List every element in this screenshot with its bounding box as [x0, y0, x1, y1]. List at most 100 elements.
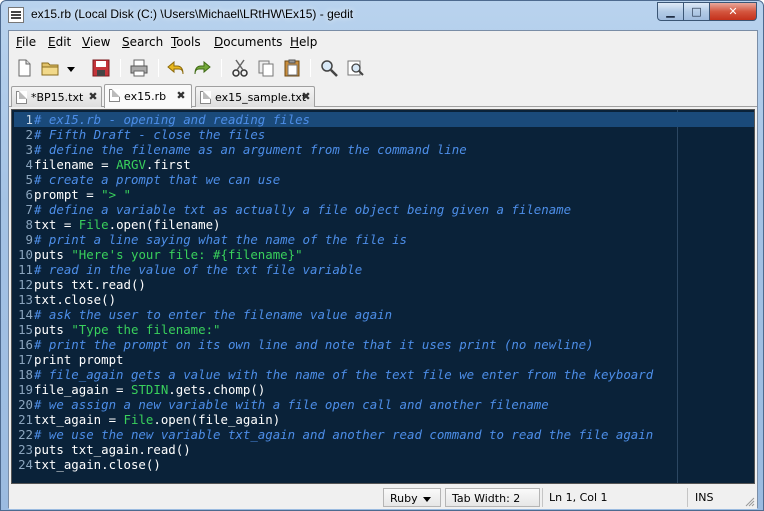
close-tab-icon[interactable]: ✖ [87, 91, 99, 103]
close-button[interactable]: ✕ [709, 2, 757, 21]
print-icon[interactable] [129, 58, 149, 78]
status-separator [687, 488, 688, 507]
gedit-app-icon[interactable] [8, 7, 24, 23]
copy-icon[interactable] [256, 58, 276, 78]
code-line[interactable]: 6prompt = "> " [14, 187, 754, 202]
menu-documents[interactable]: Documents [214, 35, 282, 49]
code-token: # Fifth Draft - close the files [34, 127, 266, 142]
line-text: puts txt.read() [34, 277, 146, 292]
code-token: .first [145, 157, 191, 172]
code-line[interactable]: 15puts "Type the filename:" [14, 322, 754, 337]
line-text: # ex15.rb - opening and reading files [34, 112, 310, 127]
code-line[interactable]: 9# print a line saying what the name of … [14, 232, 754, 247]
line-number: 18 [18, 367, 33, 382]
code-line[interactable]: 13txt.close() [14, 292, 754, 307]
cut-icon[interactable] [230, 58, 250, 78]
menu-file[interactable]: File [16, 35, 36, 49]
dropdown-arrow-icon[interactable] [65, 58, 77, 78]
code-line[interactable]: 21txt_again = File.open(file_again) [14, 412, 754, 427]
code-line[interactable]: 16# print the prompt on its own line and… [14, 337, 754, 352]
code-line[interactable]: 24txt_again.close() [14, 457, 754, 472]
insert-mode: INS [695, 491, 714, 504]
menu-help[interactable]: Help [290, 35, 317, 49]
close-tab-icon[interactable]: ✖ [300, 91, 312, 103]
code-line[interactable]: 8txt = File.open(filename) [14, 217, 754, 232]
line-number: 11 [18, 262, 33, 277]
resize-grip-icon[interactable] [745, 497, 755, 507]
code-token: puts txt_again.read() [34, 442, 191, 457]
line-text: filename = ARGV.first [34, 157, 191, 172]
code-token: # we assign a new variable with a file o… [34, 397, 549, 412]
code-token: txt_again = [34, 412, 124, 427]
line-text: puts "Here's your file: #{filename}" [34, 247, 303, 262]
code-line[interactable]: 22# we use the new variable txt_again an… [14, 427, 754, 442]
menu-search[interactable]: Search [122, 35, 163, 49]
undo-icon[interactable] [166, 58, 186, 78]
status-separator [542, 488, 543, 507]
code-token: # ex15.rb - opening and reading files [34, 112, 311, 127]
window-title: ex15.rb (Local Disk (C:) \Users\Michael\… [31, 7, 354, 21]
code-token: .open(file_again) [153, 412, 281, 427]
code-line[interactable]: 10puts "Here's your file: #{filename}" [14, 247, 754, 262]
code-token: # file_again gets a value with the name … [34, 367, 654, 382]
ruby-file-icon [109, 89, 120, 102]
code-line[interactable]: 19file_again = STDIN.gets.chomp() [14, 382, 754, 397]
language-selector[interactable]: Ruby [383, 488, 441, 507]
code-line[interactable]: 4filename = ARGV.first [14, 157, 754, 172]
code-line[interactable]: 18# file_again gets a value with the nam… [14, 367, 754, 382]
redo-icon[interactable] [192, 58, 212, 78]
menu-view[interactable]: View [82, 35, 110, 49]
tab-ex15-rb[interactable]: ex15.rb ✖ [104, 84, 192, 108]
code-token: file_again = [34, 382, 131, 397]
code-line[interactable]: 1# ex15.rb - opening and reading files [14, 112, 754, 127]
code-token: STDIN [130, 382, 169, 397]
minimize-button[interactable]: ▁ [657, 2, 684, 21]
code-line[interactable]: 12puts txt.read() [14, 277, 754, 292]
code-token: File [123, 412, 154, 427]
code-line[interactable]: 11# read in the value of the txt file va… [14, 262, 754, 277]
menu-edit[interactable]: Edit [48, 35, 71, 49]
code-editor[interactable]: 1# ex15.rb - opening and reading files 2#… [11, 109, 755, 484]
line-text: # file_again gets a value with the name … [34, 367, 653, 382]
line-number: 7 [25, 202, 33, 217]
tab-width-selector[interactable]: Tab Width: 2 [445, 488, 540, 507]
dropdown-arrow-icon [422, 496, 431, 502]
line-text: # Fifth Draft - close the files [34, 127, 265, 142]
replace-icon[interactable] [345, 58, 365, 78]
maximize-button[interactable]: □ [683, 2, 710, 21]
line-text: # print a line saying what the name of t… [34, 232, 407, 247]
code-token: "> " [101, 187, 131, 202]
line-number: 24 [18, 457, 33, 472]
find-icon[interactable] [319, 58, 339, 78]
client-area: File Edit View Search Tools Documents He… [8, 30, 758, 509]
close-tab-icon[interactable]: ✖ [175, 90, 187, 102]
menu-tools[interactable]: Tools [171, 35, 201, 49]
code-lines: 1# ex15.rb - opening and reading files 2#… [14, 112, 754, 472]
tab-bp15[interactable]: *BP15.txt ✖ [11, 86, 102, 107]
line-text: # print the prompt on its own line and n… [34, 337, 594, 352]
line-number: 8 [25, 217, 33, 232]
code-line[interactable]: 3# define the filename as an argument fr… [14, 142, 754, 157]
paste-icon[interactable] [282, 58, 302, 78]
save-icon[interactable] [91, 58, 111, 78]
code-line[interactable]: 17print prompt [14, 352, 754, 367]
code-line[interactable]: 23puts txt_again.read() [14, 442, 754, 457]
code-token: # create a prompt that we can use [34, 172, 281, 187]
code-line[interactable]: 7# define a variable txt as actually a f… [14, 202, 754, 217]
open-folder-icon[interactable] [40, 58, 60, 78]
line-number: 23 [18, 442, 33, 457]
line-text: txt_again = File.open(file_again) [34, 412, 280, 427]
line-number: 9 [25, 232, 33, 247]
code-token: .gets.chomp() [168, 382, 266, 397]
line-number: 2 [25, 127, 33, 142]
code-line[interactable]: 20# we assign a new variable with a file… [14, 397, 754, 412]
code-line[interactable]: 5# create a prompt that we can use [14, 172, 754, 187]
title-bar[interactable]: ex15.rb (Local Disk (C:) \Users\Michael\… [1, 1, 763, 29]
code-line[interactable]: 14# ask the user to enter the filename v… [14, 307, 754, 322]
code-line[interactable]: 2# Fifth Draft - close the files [14, 127, 754, 142]
code-token: # print the prompt on its own line and n… [34, 337, 594, 352]
code-token: puts [34, 247, 72, 262]
new-file-icon[interactable] [14, 58, 34, 78]
tab-ex15-sample[interactable]: ex15_sample.txt ✖ [195, 86, 315, 107]
toolbar [9, 53, 757, 83]
